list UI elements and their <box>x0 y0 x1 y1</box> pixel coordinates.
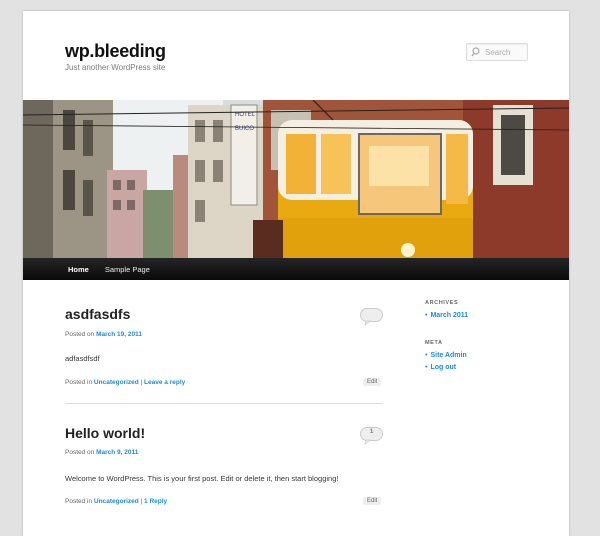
post-content: adfasdfsdf <box>65 354 100 363</box>
site-admin-link[interactable]: Site Admin <box>430 352 466 359</box>
meta-widget-title: META <box>425 340 443 346</box>
archives-widget-title: ARCHIVES <box>425 300 459 306</box>
post-meta: Posted on March 19, 2011 <box>65 331 142 338</box>
post-footer: Posted in Uncategorized | 1 Reply <box>65 498 168 505</box>
comments-bubble-icon[interactable]: 1 <box>360 427 383 446</box>
nav-item-home[interactable]: Home <box>68 265 89 274</box>
post-content: Welcome to WordPress. This is your first… <box>65 474 339 483</box>
page: wp.bleeding Just another WordPress site … <box>23 11 569 536</box>
list-item: Log out <box>425 362 467 374</box>
search-input[interactable]: Search <box>466 43 528 61</box>
archives-list: March 2011 <box>425 310 468 322</box>
posted-in-label: Posted in <box>65 498 93 505</box>
post-separator <box>65 403 383 404</box>
posted-on-label: Posted on <box>65 449 95 456</box>
comments-bubble-icon[interactable] <box>360 308 383 327</box>
post-meta: Posted on March 9, 2011 <box>65 449 138 456</box>
post-title[interactable]: asdfasdfs <box>65 306 130 322</box>
post-date-link[interactable]: March 19, 2011 <box>96 331 142 338</box>
post-title[interactable]: Hello world! <box>65 425 145 441</box>
log-out-link[interactable]: Log out <box>430 364 456 371</box>
site-title[interactable]: wp.bleeding <box>65 41 166 62</box>
edit-button[interactable]: Edit <box>363 497 382 505</box>
category-link[interactable]: Uncategorized <box>94 379 139 386</box>
posted-on-label: Posted on <box>65 331 95 338</box>
comment-link[interactable]: Leave a reply <box>144 379 185 386</box>
meta-list: Site Admin Log out <box>425 350 467 374</box>
list-item: Site Admin <box>425 350 466 362</box>
nav-item-sample-page[interactable]: Sample Page <box>105 265 150 274</box>
main-navigation: Home Sample Page <box>23 258 569 280</box>
comment-link[interactable]: 1 Reply <box>144 498 167 505</box>
posted-in-label: Posted in <box>65 379 93 386</box>
site-description: Just another WordPress site <box>65 63 166 72</box>
svg-text:HOTEL: HOTEL <box>235 112 256 118</box>
category-link[interactable]: Uncategorized <box>94 498 139 505</box>
comment-count: 1 <box>369 429 374 435</box>
edit-button[interactable]: Edit <box>363 378 382 386</box>
search-icon <box>471 45 483 59</box>
list-item: March 2011 <box>425 310 468 322</box>
post-footer: Posted in Uncategorized | Leave a reply <box>65 379 186 386</box>
search-placeholder: Search <box>485 47 511 57</box>
archive-link[interactable]: March 2011 <box>430 312 468 319</box>
post-date-link[interactable]: March 9, 2011 <box>96 449 138 456</box>
header-banner-image: HOTEL BUICO <box>23 100 569 258</box>
